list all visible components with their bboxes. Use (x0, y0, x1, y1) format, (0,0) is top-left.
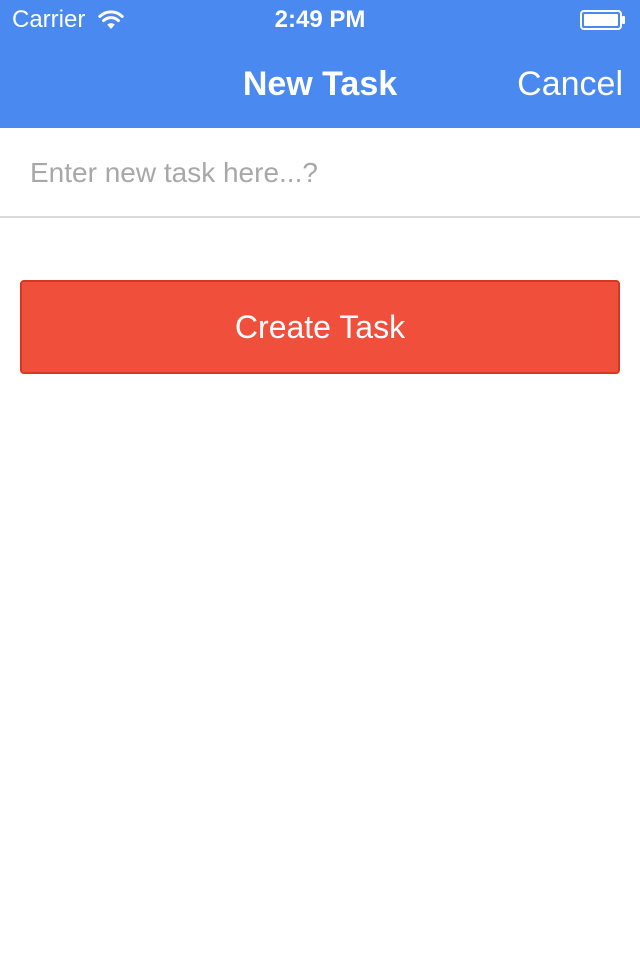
top-bar: Carrier 2:49 PM New Task Cancel (0, 0, 640, 128)
new-task-screen: Carrier 2:49 PM New Task Cancel Create T… (0, 0, 640, 960)
battery-icon (580, 10, 625, 30)
status-bar: Carrier 2:49 PM (0, 0, 640, 40)
task-input-row (0, 128, 640, 218)
create-task-button[interactable]: Create Task (20, 280, 620, 374)
cancel-button[interactable]: Cancel (517, 64, 623, 104)
status-time: 2:49 PM (274, 6, 366, 33)
task-input[interactable] (30, 152, 610, 194)
navigation-bar: New Task Cancel (0, 40, 640, 128)
